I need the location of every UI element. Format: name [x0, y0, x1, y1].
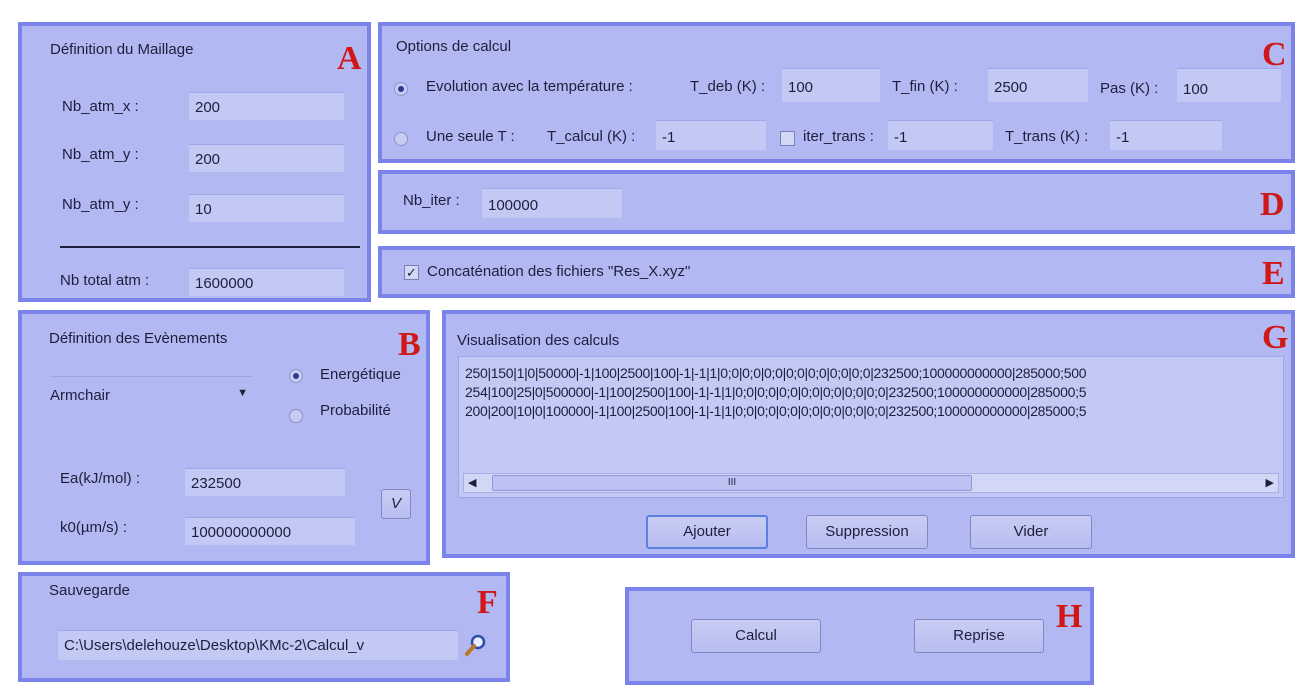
- suppression-button[interactable]: Suppression: [806, 515, 928, 549]
- t-fin-input[interactable]: 2500: [988, 68, 1088, 102]
- t-trans-label: T_trans (K) :: [1005, 128, 1089, 145]
- options-title: Options de calcul: [396, 38, 512, 55]
- radio-energetique[interactable]: [289, 369, 303, 383]
- ajouter-button[interactable]: Ajouter: [646, 515, 768, 549]
- label-letter-d: D: [1260, 186, 1285, 223]
- scroll-grip: III: [727, 477, 737, 488]
- iter-trans-input[interactable]: -1: [888, 120, 993, 150]
- vider-button[interactable]: Vider: [970, 515, 1092, 549]
- nb-atm-x-label: Nb_atm_x :: [62, 98, 139, 115]
- label-letter-e: E: [1262, 255, 1285, 292]
- nb-atm-z-label: Nb_atm_y :: [62, 196, 139, 213]
- panel-options: Options de calcul C Evolution avec la te…: [378, 22, 1295, 163]
- radio-energetique-label: Energétique: [320, 366, 401, 383]
- panel-evenements: Définition des Evènements B Armchair ▼ E…: [18, 310, 430, 565]
- radio-probabilite-label: Probabilité: [320, 402, 391, 419]
- radio-probabilite[interactable]: [289, 409, 303, 423]
- horizontal-scrollbar[interactable]: ◀ III ▶: [463, 473, 1279, 493]
- pas-input[interactable]: 100: [1177, 68, 1281, 102]
- calculs-listbox[interactable]: 250|150|1|0|50000|-1|100|2500|100|-1|-1|…: [458, 356, 1284, 498]
- scroll-left-arrow-icon[interactable]: ◀: [468, 476, 476, 489]
- iter-trans-checkbox[interactable]: [780, 131, 795, 146]
- validate-event-button[interactable]: V: [381, 489, 411, 519]
- nb-total-value: 1600000: [189, 268, 344, 296]
- nb-atm-x-input[interactable]: 200: [189, 92, 344, 120]
- t-calcul-label: T_calcul (K) :: [547, 128, 636, 145]
- radio-evolution[interactable]: [394, 82, 408, 96]
- label-letter-h: H: [1056, 598, 1083, 635]
- save-path-input[interactable]: C:\Users\delehouze\Desktop\KMc-2\Calcul_…: [58, 630, 458, 660]
- nb-total-label: Nb total atm :: [60, 272, 150, 289]
- ea-label: Ea(kJ/mol) :: [60, 470, 141, 487]
- browse-search-icon[interactable]: [463, 632, 489, 658]
- panel-concatenation: ✓ Concaténation des fichiers "Res_X.xyz"…: [378, 246, 1295, 298]
- evenements-title: Définition des Evènements: [49, 330, 228, 347]
- calculs-list-item[interactable]: 254|100|25|0|500000|-1|100|2500|100|-1|-…: [465, 384, 1086, 400]
- radio-une-seule[interactable]: [394, 132, 408, 146]
- ea-input[interactable]: 232500: [185, 468, 345, 496]
- pas-label: Pas (K) :: [1100, 80, 1159, 97]
- t-fin-label: T_fin (K) :: [892, 78, 958, 95]
- nb-atm-y-input[interactable]: 200: [189, 144, 344, 172]
- evolution-label: Evolution avec la température :: [426, 78, 633, 95]
- panel-iterations: Nb_iter : 100000 D: [378, 170, 1295, 234]
- sauvegarde-title: Sauvegarde: [49, 582, 130, 599]
- maillage-divider: [60, 246, 360, 248]
- maillage-title: Définition du Maillage: [50, 41, 194, 58]
- t-trans-input[interactable]: -1: [1110, 120, 1222, 150]
- label-letter-a: A: [337, 40, 362, 77]
- t-calcul-input[interactable]: -1: [656, 120, 766, 150]
- label-letter-b: B: [398, 326, 421, 363]
- concat-checkbox[interactable]: ✓: [404, 265, 419, 280]
- nb-atm-z-input[interactable]: 10: [189, 194, 344, 222]
- scroll-right-arrow-icon[interactable]: ▶: [1266, 476, 1274, 489]
- k0-label: k0(µm/s) :: [60, 519, 127, 536]
- t-deb-input[interactable]: 100: [782, 68, 880, 102]
- k0-input[interactable]: 100000000000: [185, 517, 355, 545]
- calculs-list-item[interactable]: 250|150|1|0|50000|-1|100|2500|100|-1|-1|…: [465, 365, 1086, 381]
- event-type-dropdown[interactable]: Armchair ▼: [50, 376, 252, 404]
- t-deb-label: T_deb (K) :: [690, 78, 766, 95]
- chevron-down-icon: ▼: [237, 387, 248, 399]
- panel-maillage: Définition du Maillage A Nb_atm_x : 200 …: [18, 22, 371, 302]
- nb-iter-input[interactable]: 100000: [482, 188, 622, 218]
- panel-sauvegarde: Sauvegarde F C:\Users\delehouze\Desktop\…: [18, 572, 510, 682]
- visualisation-title: Visualisation des calculs: [457, 332, 620, 349]
- scroll-thumb[interactable]: III: [492, 475, 972, 491]
- event-type-value: Armchair: [50, 387, 111, 404]
- calcul-button[interactable]: Calcul: [691, 619, 821, 653]
- nb-atm-y-label: Nb_atm_y :: [62, 146, 139, 163]
- iter-trans-label: iter_trans :: [803, 128, 874, 145]
- panel-actions: H Calcul Reprise: [625, 587, 1094, 685]
- nb-iter-label: Nb_iter :: [403, 192, 460, 209]
- concat-label: Concaténation des fichiers "Res_X.xyz": [427, 263, 691, 280]
- label-letter-f: F: [477, 584, 498, 621]
- label-letter-g: G: [1262, 319, 1289, 356]
- panel-visualisation: Visualisation des calculs G 250|150|1|0|…: [442, 310, 1295, 558]
- calculs-list-item[interactable]: 200|200|10|0|100000|-1|100|2500|100|-1|-…: [465, 403, 1086, 419]
- reprise-button[interactable]: Reprise: [914, 619, 1044, 653]
- une-seule-label: Une seule T :: [426, 128, 515, 145]
